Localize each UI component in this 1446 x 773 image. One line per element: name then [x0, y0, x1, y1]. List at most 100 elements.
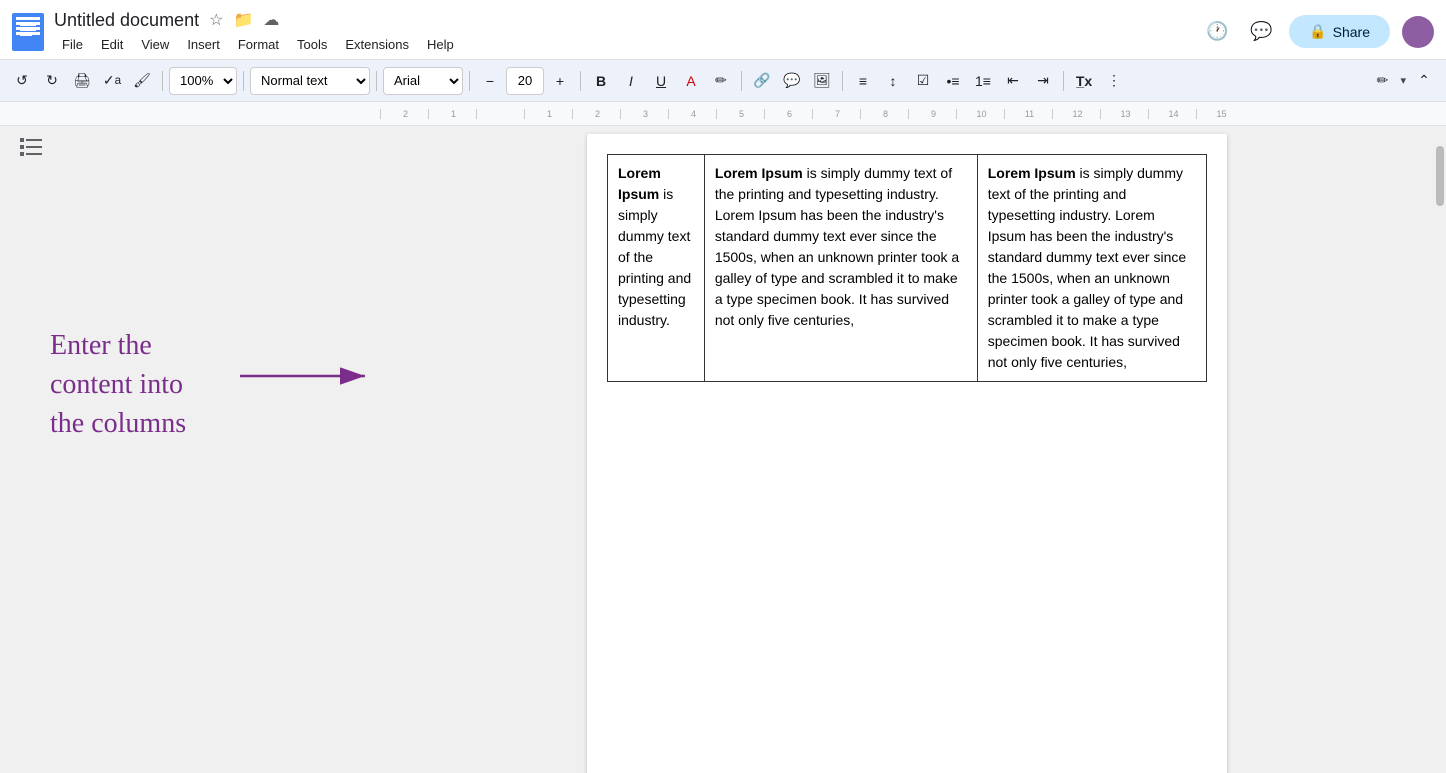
avatar[interactable] — [1402, 16, 1434, 48]
ruler-mark: 6 — [764, 109, 812, 119]
ruler-mark: 11 — [1004, 109, 1052, 119]
ruler-mark: 2 — [380, 109, 428, 119]
ruler-mark: 2 — [572, 109, 620, 119]
share-label: Share — [1333, 24, 1370, 40]
menu-edit[interactable]: Edit — [93, 34, 131, 55]
outline-icon[interactable] — [20, 138, 42, 161]
separator-7 — [842, 71, 843, 91]
menu-insert[interactable]: Insert — [179, 34, 228, 55]
bold-button[interactable]: B — [587, 67, 615, 95]
ruler-mark: 9 — [908, 109, 956, 119]
paint-format-button[interactable]: 🖌 — [128, 67, 156, 95]
clear-formatting-button[interactable]: T̲x — [1070, 67, 1098, 95]
cloud-icon[interactable]: ☁ — [261, 8, 281, 32]
align-button[interactable]: ≡ — [849, 67, 877, 95]
menu-extensions[interactable]: Extensions — [337, 34, 417, 55]
annotation-arrow — [240, 361, 380, 391]
link-button[interactable]: 🔗 — [748, 67, 776, 95]
main: Enter the content into the columns — [0, 126, 1446, 773]
menu-view[interactable]: View — [133, 34, 177, 55]
share-button[interactable]: 🔒 Share — [1289, 15, 1390, 48]
doc-icon — [12, 13, 44, 51]
history-icon[interactable]: 🕐 — [1201, 16, 1233, 48]
collapse-button[interactable]: ⌃ — [1410, 67, 1438, 95]
separator-5 — [580, 71, 581, 91]
ruler-mark — [476, 109, 524, 119]
text-color-button[interactable]: A — [677, 67, 705, 95]
font-select[interactable]: Arial Times New Roman Georgia — [383, 67, 463, 95]
ruler-mark: 5 — [716, 109, 764, 119]
separator-2 — [243, 71, 244, 91]
scrollbar[interactable] — [1434, 126, 1446, 773]
increase-font-button[interactable]: + — [546, 67, 574, 95]
ruler-mark: 12 — [1052, 109, 1100, 119]
doc-area[interactable]: Lorem Ipsum is simply dummy text of the … — [380, 126, 1434, 773]
col2-bold: Lorem Ipsum — [715, 165, 803, 181]
title-top: Untitled document ☆ 📁 ☁ — [54, 8, 1201, 32]
decrease-indent-button[interactable]: ⇤ — [999, 67, 1027, 95]
scroll-thumb[interactable] — [1436, 146, 1444, 206]
title-section: Untitled document ☆ 📁 ☁ File Edit View I… — [54, 8, 1201, 55]
highlight-button[interactable]: ✏ — [707, 67, 735, 95]
left-margin: Enter the content into the columns — [0, 126, 380, 773]
separator-4 — [469, 71, 470, 91]
style-select[interactable]: Normal text Heading 1 Heading 2 — [250, 67, 370, 95]
doc-page: Lorem Ipsum is simply dummy text of the … — [587, 134, 1227, 773]
decrease-font-button[interactable]: − — [476, 67, 504, 95]
menu-format[interactable]: Format — [230, 34, 287, 55]
ruler-mark: 8 — [860, 109, 908, 119]
folder-icon[interactable]: 📁 — [231, 8, 255, 32]
ruler-mark: 4 — [668, 109, 716, 119]
font-size-input[interactable] — [506, 67, 544, 95]
italic-button[interactable]: I — [617, 67, 645, 95]
checklist-button[interactable]: ☑ — [909, 67, 937, 95]
menu-tools[interactable]: Tools — [289, 34, 335, 55]
ruler-mark: 3 — [620, 109, 668, 119]
ruler-mark: 7 — [812, 109, 860, 119]
menu-bar: File Edit View Insert Format Tools Exten… — [54, 34, 1201, 55]
ruler-mark: 10 — [956, 109, 1004, 119]
line-spacing-button[interactable]: ↕ — [879, 67, 907, 95]
ruler-mark: 1 — [524, 109, 572, 119]
print-button[interactable]: 🖨 — [68, 67, 96, 95]
annotation-line1: Enter the — [50, 326, 350, 365]
more-options-button[interactable]: ⋮ — [1100, 67, 1128, 95]
annotation-line3: the columns — [50, 404, 350, 443]
ruler-mark: 1 — [428, 109, 476, 119]
undo-button[interactable]: ↺ — [8, 67, 36, 95]
number-list-button[interactable]: 1≡ — [969, 67, 997, 95]
separator-1 — [162, 71, 163, 91]
edit-icon-area: ✏ ▾ ⌃ — [1368, 67, 1438, 95]
share-lock-icon: 🔒 — [1309, 23, 1326, 40]
zoom-select[interactable]: 100% 75% 125% 150% — [169, 67, 237, 95]
ruler-marks: 2 1 1 2 3 4 5 6 7 8 9 10 11 12 13 14 15 — [380, 109, 1244, 119]
menu-file[interactable]: File — [54, 34, 91, 55]
comment-button[interactable]: 💬 — [778, 67, 806, 95]
table-row: Lorem Ipsum is simply dummy text of the … — [608, 155, 1207, 382]
col1-rest: is simply dummy text of the printing and… — [618, 186, 691, 328]
doc-title[interactable]: Untitled document — [54, 10, 199, 31]
underline-button[interactable]: U — [647, 67, 675, 95]
star-icon[interactable]: ☆ — [207, 8, 225, 32]
spellcheck-button[interactable]: ✓a — [98, 67, 126, 95]
table-cell-1[interactable]: Lorem Ipsum is simply dummy text of the … — [608, 155, 705, 382]
bullet-list-button[interactable]: •≡ — [939, 67, 967, 95]
table-cell-3[interactable]: Lorem Ipsum is simply dummy text of the … — [977, 155, 1206, 382]
col3-rest: is simply dummy text of the printing and… — [988, 165, 1186, 370]
separator-6 — [741, 71, 742, 91]
title-icons: ☆ 📁 ☁ — [207, 8, 281, 32]
table-cell-2[interactable]: Lorem Ipsum is simply dummy text of the … — [704, 155, 977, 382]
menu-help[interactable]: Help — [419, 34, 462, 55]
chat-icon[interactable]: 💬 — [1245, 16, 1277, 48]
redo-button[interactable]: ↻ — [38, 67, 66, 95]
ruler-mark: 14 — [1148, 109, 1196, 119]
pencil-button[interactable]: ✏ — [1368, 67, 1396, 95]
separator-8 — [1063, 71, 1064, 91]
col1-bold: Lorem Ipsum — [618, 165, 661, 202]
toolbar: ↺ ↻ 🖨 ✓a 🖌 100% 75% 125% 150% Normal tex… — [0, 60, 1446, 102]
title-bar: Untitled document ☆ 📁 ☁ File Edit View I… — [0, 0, 1446, 60]
ruler-mark: 15 — [1196, 109, 1244, 119]
image-button[interactable]: 🖼 — [808, 67, 836, 95]
separator-3 — [376, 71, 377, 91]
increase-indent-button[interactable]: ⇥ — [1029, 67, 1057, 95]
